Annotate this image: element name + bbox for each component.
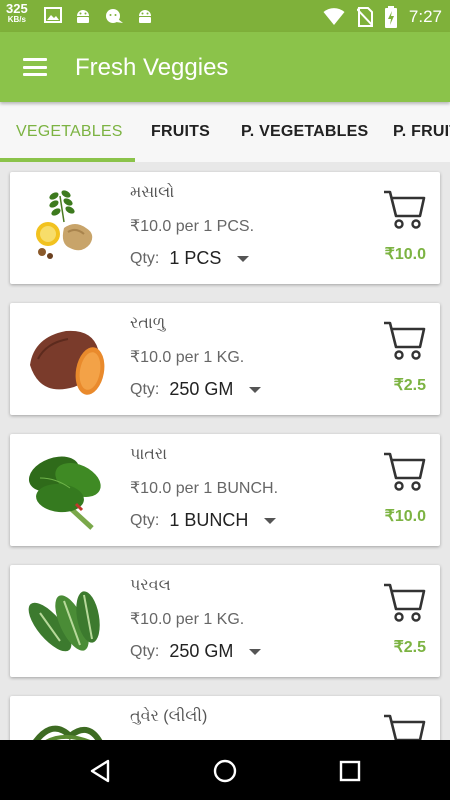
android-icon [139,10,151,23]
wifi-icon [323,8,345,25]
qty-label: Qty: [130,249,160,267]
product-total: ₹2.5 [393,639,426,656]
dropdown-caret-icon [237,255,250,262]
add-to-cart-icon[interactable] [382,581,426,623]
qty-value: 1 PCS [169,248,222,268]
product-card[interactable]: તુવેર (લીલી) [10,696,440,740]
network-speed-value: 325 [6,1,28,16]
add-to-cart-icon[interactable] [382,450,426,492]
image-icon [44,7,62,23]
tab-fruits[interactable]: FRUITS [151,102,210,162]
product-total: ₹2.5 [393,377,426,394]
android-icon [77,10,89,23]
dropdown-caret-icon [249,648,262,655]
clock: 7:27 [408,7,442,26]
product-name: તુવેર (લીલી) [130,708,208,725]
product-name: રતાળુ [130,315,166,332]
product-list[interactable]: મસાલો ₹10.0 per 1 PCS. Qty: 1 PCS ₹10.0 … [0,162,450,740]
product-image-sweet-potato [20,313,110,403]
status-bar: 325 KB/s 7:27 [0,0,450,32]
product-image-colocasia-leaves [20,444,110,534]
hamburger-menu-icon[interactable] [23,58,47,76]
quantity-dropdown[interactable]: Qty: 250 GM [130,641,262,662]
product-image-spices [20,182,110,272]
network-speed: 325 KB/s [6,1,28,24]
notification-icons [44,7,154,25]
recents-icon[interactable] [337,758,363,784]
tab-p-vegetables[interactable]: P. VEGETABLES [241,102,368,162]
tab-p-fruits[interactable]: P. FRUITS [393,102,450,162]
qty-label: Qty: [130,511,160,529]
product-card[interactable]: પરવલ ₹10.0 per 1 KG. Qty: 250 GM ₹2.5 [10,565,440,677]
system-navigation-bar [0,740,450,800]
system-icons: 7:27 [323,6,442,28]
tab-vegetables[interactable]: VEGETABLES [16,102,123,162]
product-image-green-pigeon-peas [20,706,110,740]
product-name: પરવલ [130,577,171,594]
product-price: ₹10.0 per 1 KG. [130,611,245,628]
product-card[interactable]: રતાળુ ₹10.0 per 1 KG. Qty: 250 GM ₹2.5 [10,303,440,415]
battery-charging-icon [384,6,397,28]
app-title: Fresh Veggies [75,54,229,81]
dropdown-caret-icon [264,517,277,524]
app-bar: Fresh Veggies [0,32,450,102]
android-chat-icon [106,9,123,23]
product-total: ₹10.0 [384,246,426,263]
add-to-cart-icon[interactable] [382,319,426,361]
no-sim-icon [356,7,373,27]
product-image-pointed-gourd [20,575,110,665]
qty-value: 250 GM [169,379,234,399]
quantity-dropdown[interactable]: Qty: 1 BUNCH [130,510,277,531]
add-to-cart-icon[interactable] [382,188,426,230]
product-price: ₹10.0 per 1 PCS. [130,218,255,235]
product-card[interactable]: પાતરા ₹10.0 per 1 BUNCH. Qty: 1 BUNCH ₹1… [10,434,440,546]
home-icon[interactable] [212,758,238,784]
category-tabs: VEGETABLES FRUITS P. VEGETABLES P. FRUIT… [0,102,450,162]
dropdown-caret-icon [249,386,262,393]
quantity-dropdown[interactable]: Qty: 1 PCS [130,248,250,269]
network-speed-unit: KB/s [7,15,26,24]
qty-label: Qty: [130,380,160,398]
product-name: પાતરા [130,446,168,463]
back-icon[interactable] [87,758,113,784]
product-total: ₹10.0 [384,508,426,525]
qty-value: 250 GM [169,641,234,661]
product-price: ₹10.0 per 1 BUNCH. [130,480,279,497]
product-card[interactable]: મસાલો ₹10.0 per 1 PCS. Qty: 1 PCS ₹10.0 [10,172,440,284]
product-name: મસાલો [130,184,175,201]
active-tab-indicator [0,158,135,162]
qty-label: Qty: [130,642,160,660]
quantity-dropdown[interactable]: Qty: 250 GM [130,379,262,400]
product-price: ₹10.0 per 1 KG. [130,349,245,366]
add-to-cart-icon[interactable] [382,712,426,740]
qty-value: 1 BUNCH [169,510,249,530]
